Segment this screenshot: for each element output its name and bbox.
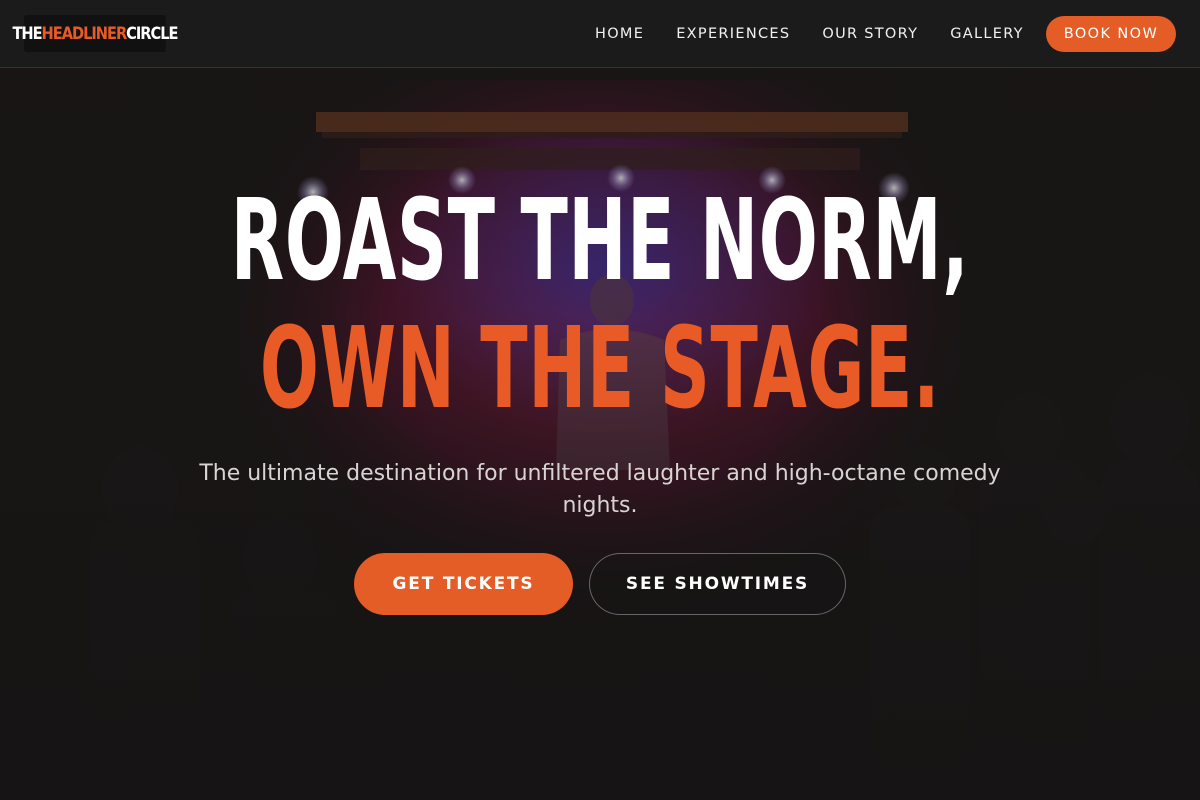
hero-subtitle: The ultimate destination for unfiltered … bbox=[199, 461, 1001, 518]
logo-text-the: THE bbox=[12, 23, 42, 44]
top-navbar: THE HEADLINER CIRCLE HOME EXPERIENCES OU… bbox=[0, 0, 1200, 68]
site-logo[interactable]: THE HEADLINER CIRCLE bbox=[12, 15, 178, 52]
logo-text-circle: CIRCLE bbox=[126, 23, 178, 44]
main-nav: HOME EXPERIENCES OUR STORY GALLERY bbox=[595, 0, 1056, 68]
hero-section: ROAST THE NORM, OWN THE STAGE. The ultim… bbox=[0, 0, 1200, 800]
see-showtimes-button[interactable]: SEE SHOWTIMES bbox=[589, 553, 846, 615]
nav-link-our-story[interactable]: OUR STORY bbox=[822, 26, 918, 42]
book-now-button[interactable]: BOOK NOW bbox=[1046, 16, 1176, 52]
hero-headline-line2: OWN THE STAGE. bbox=[259, 304, 941, 434]
hero-headline-line1: ROAST THE NORM, bbox=[230, 176, 970, 306]
get-tickets-button[interactable]: GET TICKETS bbox=[354, 553, 573, 615]
logo-text-headliner: HEADLINER bbox=[41, 23, 128, 44]
nav-link-home[interactable]: HOME bbox=[595, 26, 644, 42]
nav-link-experiences[interactable]: EXPERIENCES bbox=[676, 26, 790, 42]
nav-link-gallery[interactable]: GALLERY bbox=[950, 26, 1024, 42]
